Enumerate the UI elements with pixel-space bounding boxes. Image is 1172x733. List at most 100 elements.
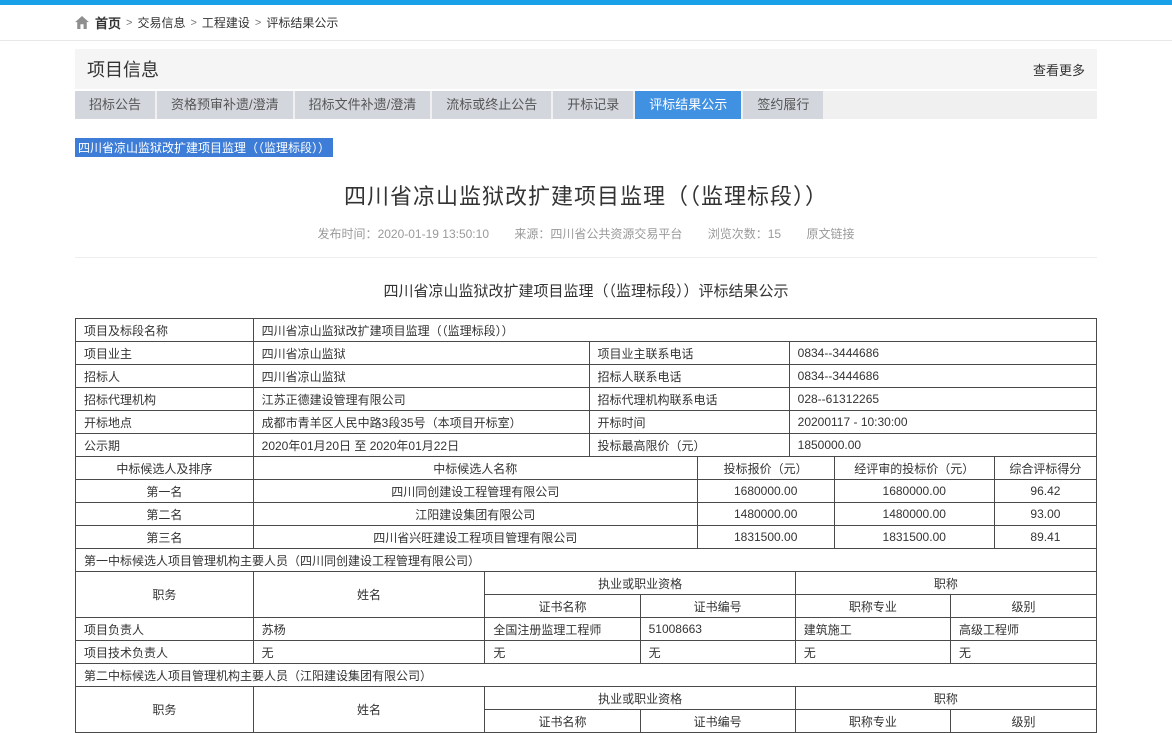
breadcrumb-home[interactable]: 首页	[95, 13, 121, 32]
breadcrumb-item-trade-info[interactable]: 交易信息	[137, 14, 185, 31]
publish-time-label: 发布时间：	[318, 227, 378, 241]
info-label: 项目业主	[76, 342, 254, 365]
info-value: 1850000.00	[789, 434, 1096, 457]
column-header-cert-no: 证书编号	[640, 595, 795, 618]
column-header: 综合评标得分	[994, 457, 1096, 480]
personnel-position: 项目负责人	[76, 618, 254, 641]
candidate-row: 第三名 四川省兴旺建设工程项目管理有限公司 1831500.00 1831500…	[76, 526, 1097, 549]
score: 96.42	[994, 480, 1096, 503]
personnel-row: 项目技术负责人 无 无 无 无 无	[76, 641, 1097, 664]
info-label: 开标时间	[589, 411, 789, 434]
tab-bid-announcement[interactable]: 招标公告	[75, 91, 155, 119]
evaluated-price: 1831500.00	[834, 526, 994, 549]
publish-time-value: 2020-01-19 13:50:10	[378, 227, 489, 241]
candidate-row: 第一名 四川同创建设工程管理有限公司 1680000.00 1680000.00…	[76, 480, 1097, 503]
table-row: 招标代理机构 江苏正德建设管理有限公司 招标代理机构联系电话 028--6131…	[76, 388, 1097, 411]
info-label: 招标人联系电话	[589, 365, 789, 388]
column-header-cert-name: 证书名称	[485, 595, 640, 618]
table-row: 招标人 四川省凉山监狱 招标人联系电话 0834--3444686	[76, 365, 1097, 388]
info-label: 公示期	[76, 434, 254, 457]
info-label: 项目业主联系电话	[589, 342, 789, 365]
original-link[interactable]: 原文链接	[806, 227, 854, 241]
tab-bid-document-supplement[interactable]: 招标文件补遗/澄清	[295, 91, 431, 119]
evaluated-price: 1680000.00	[834, 480, 994, 503]
candidate-name: 四川省兴旺建设工程项目管理有限公司	[253, 526, 697, 549]
personnel-name: 苏杨	[253, 618, 485, 641]
column-header-name: 姓名	[253, 572, 485, 618]
tab-prequalification-supplement[interactable]: 资格预审补遗/澄清	[157, 91, 293, 119]
page-title: 项目信息	[87, 56, 159, 82]
breadcrumb-item-result-publicity[interactable]: 评标结果公示	[266, 14, 338, 31]
candidates-table: 中标候选人及排序 中标候选人名称 投标报价（元） 经评审的投标价（元） 综合评标…	[75, 456, 1097, 549]
candidate-name: 江阳建设集团有限公司	[253, 503, 697, 526]
column-header-position: 职务	[76, 687, 254, 733]
personnel-cert-name: 无	[485, 641, 640, 664]
info-label: 招标代理机构联系电话	[589, 388, 789, 411]
bid-price: 1831500.00	[697, 526, 834, 549]
personnel-title-level: 高级工程师	[950, 618, 1096, 641]
view-more-link[interactable]: 查看更多	[1033, 60, 1085, 79]
info-value: 四川省凉山监狱改扩建项目监理（（监理标段））	[253, 319, 1096, 342]
column-header-title-group: 职称	[795, 572, 1096, 595]
section-header: 项目信息 查看更多	[75, 49, 1097, 89]
views-value: 15	[768, 227, 781, 241]
info-label: 招标人	[76, 365, 254, 388]
tab-bar: 招标公告 资格预审补遗/澄清 招标文件补遗/澄清 流标或终止公告 开标记录 评标…	[75, 91, 1097, 119]
project-info-table: 项目及标段名称 四川省凉山监狱改扩建项目监理（（监理标段）） 项目业主 四川省凉…	[75, 318, 1097, 457]
column-header: 经评审的投标价（元）	[834, 457, 994, 480]
personnel-header-row: 职务 姓名 执业或职业资格 职称	[76, 572, 1097, 595]
column-header-cert-no: 证书编号	[640, 710, 795, 733]
personnel-table-second-candidate: 第二中标候选人项目管理机构主要人员（江阳建设集团有限公司） 职务 姓名 执业或职…	[75, 663, 1097, 733]
info-label: 招标代理机构	[76, 388, 254, 411]
info-value: 0834--3444686	[789, 365, 1096, 388]
tab-contract-performance[interactable]: 签约履行	[743, 91, 823, 119]
column-header-title-level: 级别	[950, 710, 1096, 733]
evaluated-price: 1480000.00	[834, 503, 994, 526]
column-header-title-major: 职称专业	[795, 710, 950, 733]
project-link-highlighted[interactable]: 四川省凉山监狱改扩建项目监理（（监理标段））	[75, 138, 333, 157]
personnel-title-level: 无	[950, 641, 1096, 664]
column-header-name: 姓名	[253, 687, 485, 733]
personnel-section-title-row: 第二中标候选人项目管理机构主要人员（江阳建设集团有限公司）	[76, 664, 1097, 687]
column-header: 中标候选人及排序	[76, 457, 254, 480]
bid-price: 1680000.00	[697, 480, 834, 503]
source-value: 四川省公共资源交易平台	[550, 227, 682, 241]
info-label: 开标地点	[76, 411, 254, 434]
home-icon[interactable]	[75, 16, 89, 29]
score: 89.41	[994, 526, 1096, 549]
candidate-rank: 第三名	[76, 526, 254, 549]
candidate-rank: 第二名	[76, 503, 254, 526]
bid-price: 1480000.00	[697, 503, 834, 526]
column-header: 投标报价（元）	[697, 457, 834, 480]
info-label: 投标最高限价（元）	[589, 434, 789, 457]
personnel-position: 项目技术负责人	[76, 641, 254, 664]
personnel-cert-name: 全国注册监理工程师	[485, 618, 640, 641]
table-row: 公示期 2020年01月20日 至 2020年01月22日 投标最高限价（元） …	[76, 434, 1097, 457]
tab-evaluation-result[interactable]: 评标结果公示	[635, 91, 741, 119]
table-row: 项目业主 四川省凉山监狱 项目业主联系电话 0834--3444686	[76, 342, 1097, 365]
candidate-row: 第二名 江阳建设集团有限公司 1480000.00 1480000.00 93.…	[76, 503, 1097, 526]
breadcrumb: 首页 > 交易信息 > 工程建设 > 评标结果公示	[0, 5, 1172, 41]
breadcrumb-item-engineering[interactable]: 工程建设	[202, 14, 250, 31]
article-title: 四川省凉山监狱改扩建项目监理（（监理标段））	[75, 179, 1097, 211]
info-value: 0834--3444686	[789, 342, 1096, 365]
column-header-qualification-group: 执业或职业资格	[485, 572, 795, 595]
personnel-section-title: 第二中标候选人项目管理机构主要人员（江阳建设集团有限公司）	[76, 664, 1097, 687]
candidate-rank: 第一名	[76, 480, 254, 503]
personnel-section-title: 第一中标候选人项目管理机构主要人员（四川同创建设工程管理有限公司）	[76, 549, 1097, 572]
breadcrumb-separator: >	[190, 17, 196, 29]
info-value: 江苏正德建设管理有限公司	[253, 388, 589, 411]
candidate-name: 四川同创建设工程管理有限公司	[253, 480, 697, 503]
personnel-name: 无	[253, 641, 485, 664]
tab-failed-or-terminated[interactable]: 流标或终止公告	[432, 91, 551, 119]
tab-bid-opening-record[interactable]: 开标记录	[553, 91, 633, 119]
source-label: 来源：	[514, 227, 550, 241]
result-table-caption: 四川省凉山监狱改扩建项目监理（（监理标段））评标结果公示	[75, 280, 1097, 301]
candidates-header-row: 中标候选人及排序 中标候选人名称 投标报价（元） 经评审的投标价（元） 综合评标…	[76, 457, 1097, 480]
info-value: 20200117 - 10:30:00	[789, 411, 1096, 434]
column-header-position: 职务	[76, 572, 254, 618]
info-label: 项目及标段名称	[76, 319, 254, 342]
personnel-table-first-candidate: 第一中标候选人项目管理机构主要人员（四川同创建设工程管理有限公司） 职务 姓名 …	[75, 548, 1097, 664]
breadcrumb-separator: >	[126, 17, 132, 29]
table-row: 开标地点 成都市青羊区人民中路3段35号（本项目开标室） 开标时间 202001…	[76, 411, 1097, 434]
